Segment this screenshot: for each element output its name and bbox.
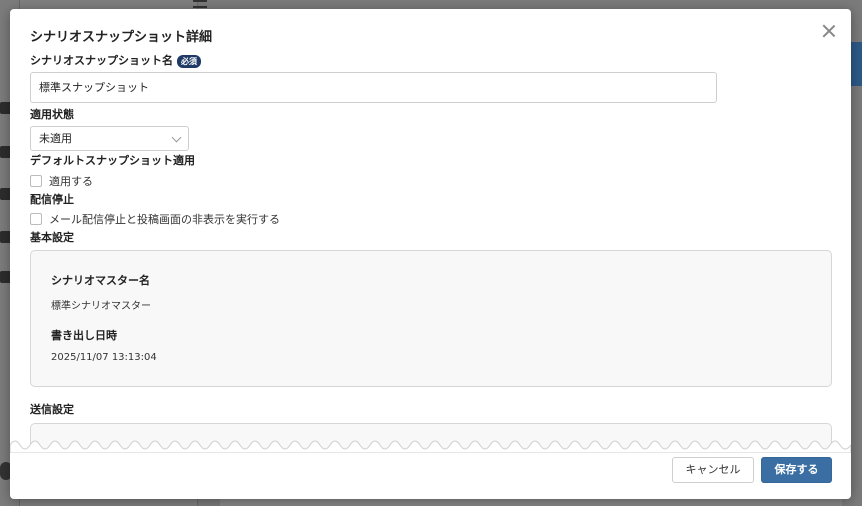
send-settings-label: 送信設定 bbox=[30, 403, 74, 416]
required-badge: 必須 bbox=[177, 54, 201, 68]
basic-settings-label: 基本設定 bbox=[30, 231, 74, 244]
delivery-stop-checkbox[interactable] bbox=[30, 213, 42, 225]
menu-icon bbox=[193, 0, 207, 8]
modal-title: シナリオスナップショット詳細 bbox=[30, 30, 213, 45]
export-datetime-label: 書き出し日時 bbox=[51, 329, 117, 342]
cancel-button[interactable]: キャンセル bbox=[672, 457, 754, 483]
status-label: 適用状態 bbox=[30, 108, 74, 121]
delivery-stop-label: 配信停止 bbox=[30, 193, 74, 206]
status-select-value: 未適用 bbox=[39, 132, 72, 145]
delivery-stop-checkbox-label: メール配信停止と投稿画面の非表示を実行する bbox=[49, 213, 280, 226]
snapshot-name-label: シナリオスナップショット名 必須 bbox=[30, 52, 201, 68]
basic-settings-panel: シナリオマスター名 標準シナリオマスター 書き出し日時 2025/11/07 1… bbox=[30, 250, 832, 387]
save-button[interactable]: 保存する bbox=[761, 457, 832, 483]
content-truncation-wave bbox=[10, 440, 851, 453]
snapshot-name-label-text: シナリオスナップショット名 bbox=[30, 54, 173, 67]
master-name-label: シナリオマスター名 bbox=[51, 274, 150, 287]
snapshot-detail-modal: シナリオスナップショット詳細 シナリオスナップショット名 必須 標準スナップショッ… bbox=[10, 9, 851, 499]
close-icon[interactable] bbox=[821, 23, 837, 39]
background-table-row bbox=[220, 498, 842, 506]
default-snapshot-label: デフォルトスナップショット適用 bbox=[30, 154, 195, 167]
default-snapshot-option[interactable]: 適用する bbox=[30, 173, 93, 189]
status-select[interactable]: 未適用 bbox=[30, 126, 189, 151]
default-snapshot-checkbox[interactable] bbox=[30, 175, 42, 187]
export-datetime-value: 2025/11/07 13:13:04 bbox=[51, 352, 157, 363]
chevron-down-icon bbox=[171, 132, 182, 143]
snapshot-name-input[interactable]: 標準スナップショット bbox=[30, 72, 717, 103]
master-name-value: 標準シナリオマスター bbox=[51, 301, 151, 312]
default-snapshot-checkbox-label: 適用する bbox=[49, 175, 93, 188]
delivery-stop-option[interactable]: メール配信停止と投稿画面の非表示を実行する bbox=[30, 211, 280, 227]
